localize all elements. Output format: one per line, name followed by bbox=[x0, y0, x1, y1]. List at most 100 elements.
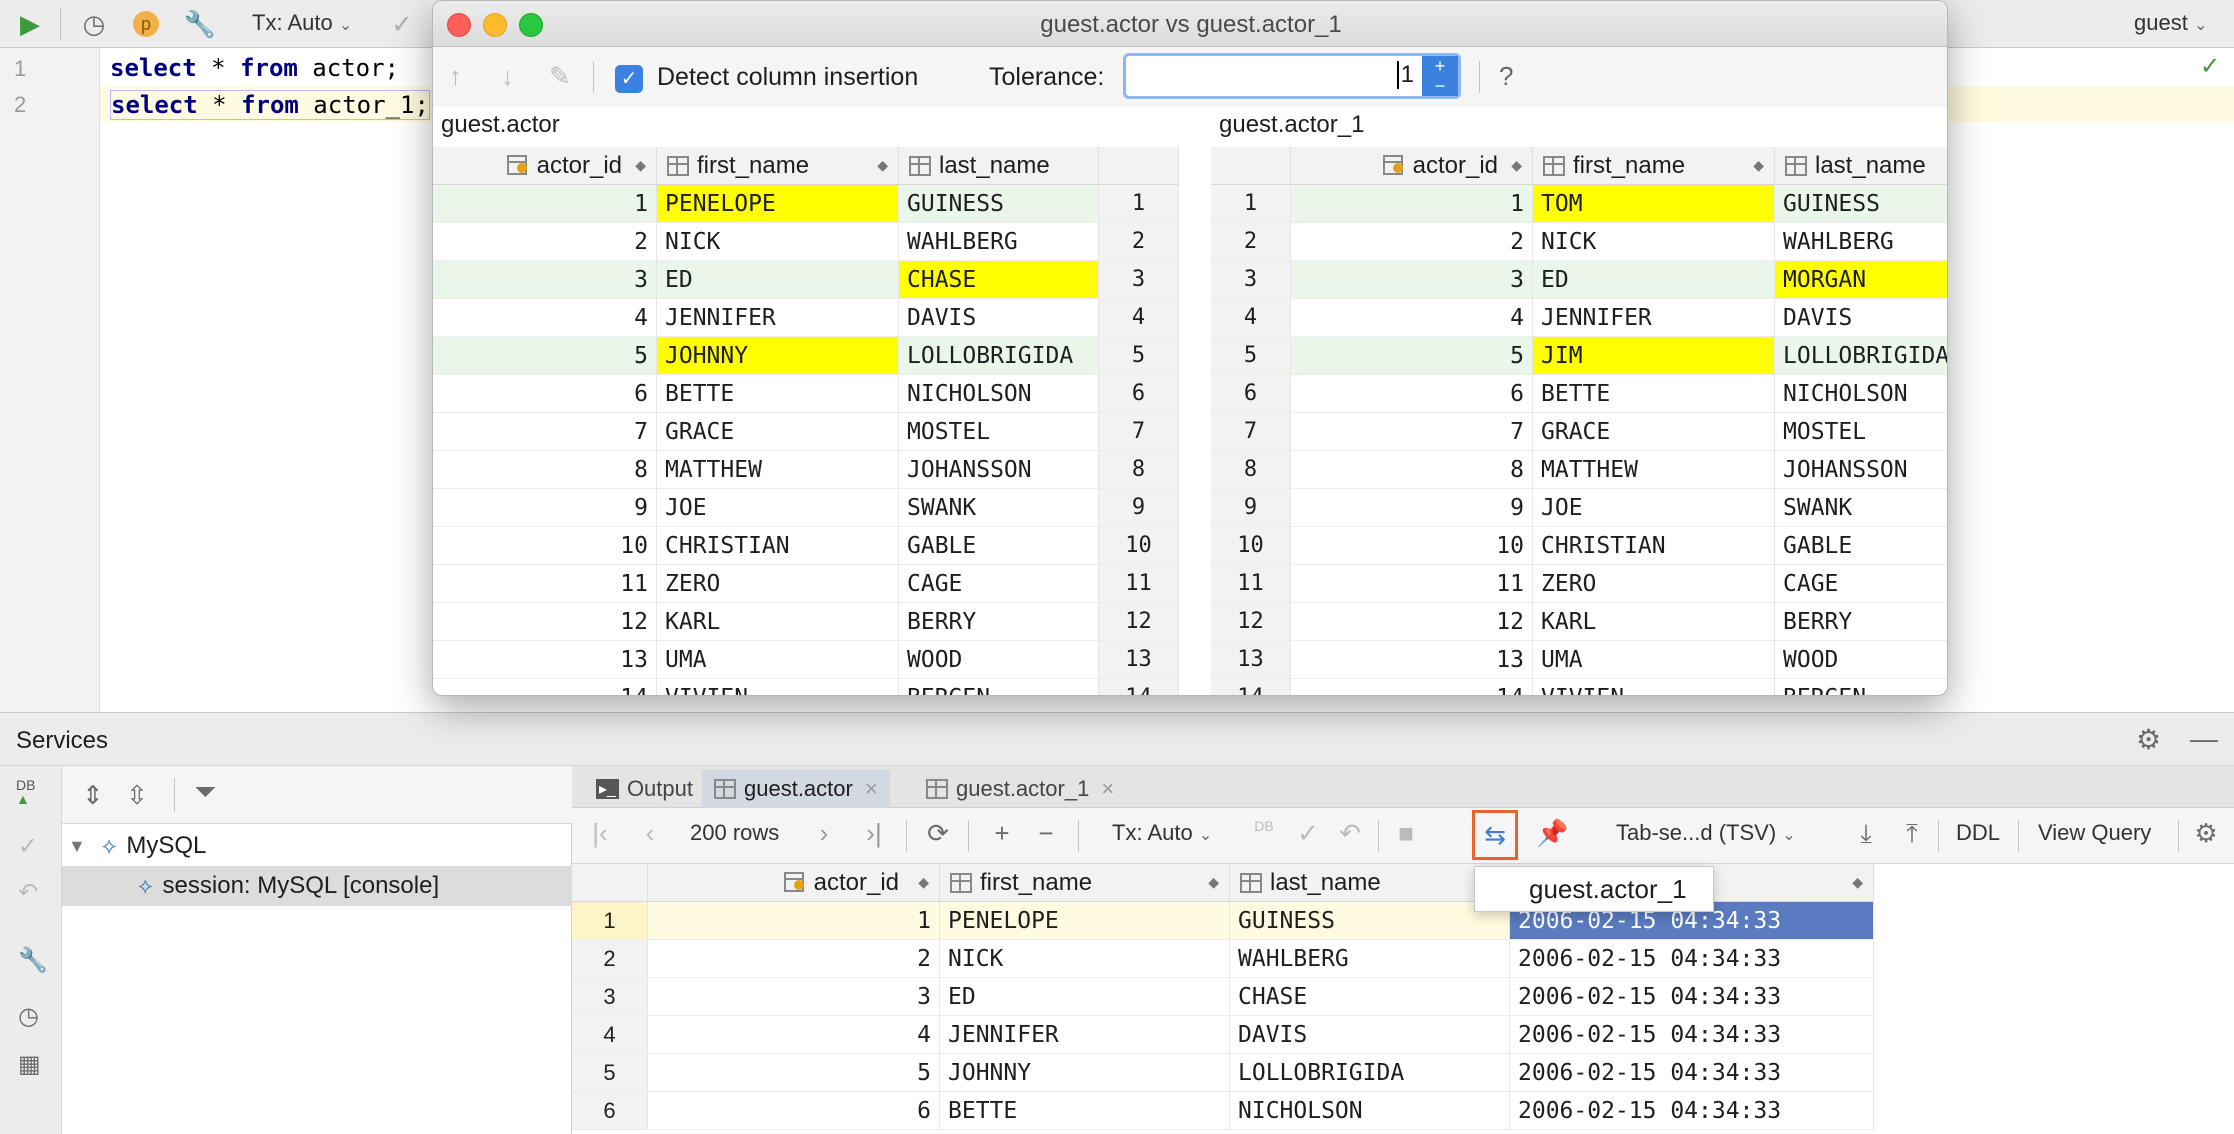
left-row-number[interactable]: 1 bbox=[1099, 185, 1179, 223]
left-column-header[interactable]: last_name bbox=[899, 147, 1099, 185]
sort-icon[interactable]: ◆ bbox=[877, 157, 888, 174]
grid-cell[interactable]: JOHNNY bbox=[940, 1054, 1230, 1092]
left-cell[interactable]: WAHLBERG bbox=[899, 223, 1099, 261]
right-row-number[interactable]: 3 bbox=[1211, 261, 1291, 299]
left-row-number[interactable]: 14 bbox=[1099, 679, 1179, 695]
row-number[interactable]: 6 bbox=[572, 1092, 648, 1130]
last-page-icon[interactable]: ›| bbox=[858, 818, 890, 849]
wrench-icon[interactable]: 🔧 bbox=[18, 946, 48, 975]
detect-column-checkbox[interactable]: ✓ bbox=[615, 65, 643, 93]
history-icon[interactable]: ◷ bbox=[18, 1002, 39, 1031]
left-cell[interactable]: NICK bbox=[657, 223, 899, 261]
right-cell[interactable]: JOHANSSON bbox=[1775, 451, 1947, 489]
row-number[interactable]: 4 bbox=[572, 1016, 648, 1054]
left-cell[interactable]: ED bbox=[657, 261, 899, 299]
left-cell[interactable]: 3 bbox=[433, 261, 657, 299]
right-row-number[interactable]: 12 bbox=[1211, 603, 1291, 641]
left-cell[interactable]: NICHOLSON bbox=[899, 375, 1099, 413]
left-cell[interactable]: WOOD bbox=[899, 641, 1099, 679]
add-row-icon[interactable]: + bbox=[986, 818, 1018, 849]
tx-mode-dropdown[interactable]: Tx: Auto ⌄ bbox=[252, 10, 352, 36]
run-icon[interactable]: ▶ bbox=[14, 8, 46, 40]
left-cell[interactable]: GUINESS bbox=[899, 185, 1099, 223]
commit-icon[interactable]: ✓ bbox=[18, 832, 38, 861]
right-row-number[interactable]: 11 bbox=[1211, 565, 1291, 603]
column-header[interactable]: last_name ◆ bbox=[1230, 864, 1510, 902]
left-cell[interactable]: 10 bbox=[433, 527, 657, 565]
left-cell[interactable]: 5 bbox=[433, 337, 657, 375]
left-cell[interactable]: CHRISTIAN bbox=[657, 527, 899, 565]
row-number[interactable]: 2 bbox=[572, 940, 648, 978]
right-cell[interactable]: CAGE bbox=[1775, 565, 1947, 603]
left-cell[interactable]: 2 bbox=[433, 223, 657, 261]
tx-mode-dropdown[interactable]: Tx: Auto ⌄ bbox=[1112, 820, 1212, 846]
left-cell[interactable]: JENNIFER bbox=[657, 299, 899, 337]
right-cell[interactable]: JIM bbox=[1533, 337, 1775, 375]
left-row-number[interactable]: 9 bbox=[1099, 489, 1179, 527]
stepper-icon[interactable]: + − bbox=[1422, 56, 1458, 96]
grid-cell[interactable]: NICK bbox=[940, 940, 1230, 978]
left-cell[interactable]: 11 bbox=[433, 565, 657, 603]
right-cell[interactable]: KARL bbox=[1533, 603, 1775, 641]
right-cell[interactable]: 2 bbox=[1291, 223, 1533, 261]
left-cell[interactable]: 7 bbox=[433, 413, 657, 451]
left-cell[interactable]: JOHANSSON bbox=[899, 451, 1099, 489]
grid-cell[interactable]: 2006-02-15 04:34:33 bbox=[1510, 1016, 1874, 1054]
right-cell[interactable]: 1 bbox=[1291, 185, 1533, 223]
right-cell[interactable]: BERGEN bbox=[1775, 679, 1947, 696]
sort-icon[interactable]: ◆ bbox=[1511, 157, 1522, 174]
left-row-number[interactable]: 4 bbox=[1099, 299, 1179, 337]
prev-page-icon[interactable]: ‹ bbox=[634, 818, 666, 849]
right-cell[interactable]: 11 bbox=[1291, 565, 1533, 603]
right-row-number[interactable]: 4 bbox=[1211, 299, 1291, 337]
left-column-header[interactable]: first_name ◆ bbox=[657, 147, 899, 185]
column-header[interactable]: actor_id ◆ bbox=[648, 864, 940, 902]
left-cell[interactable]: ZERO bbox=[657, 565, 899, 603]
grid-cell[interactable]: 2006-02-15 04:34:33 bbox=[1510, 1092, 1874, 1130]
right-row-number[interactable]: 8 bbox=[1211, 451, 1291, 489]
right-cell[interactable]: DAVIS bbox=[1775, 299, 1947, 337]
ddl-button[interactable]: DDL bbox=[1956, 820, 2000, 846]
left-row-number[interactable]: 11 bbox=[1099, 565, 1179, 603]
left-row-number[interactable]: 3 bbox=[1099, 261, 1179, 299]
pin-icon[interactable]: 📌 bbox=[1536, 818, 1568, 849]
left-row-number[interactable]: 13 bbox=[1099, 641, 1179, 679]
left-cell[interactable]: VIVIEN bbox=[657, 679, 899, 695]
right-cell[interactable]: BERRY bbox=[1775, 603, 1947, 641]
tolerance-input[interactable]: 1 + − bbox=[1123, 53, 1461, 99]
row-number[interactable]: 3 bbox=[572, 978, 648, 1016]
right-cell[interactable]: 4 bbox=[1291, 299, 1533, 337]
row-number[interactable]: 1 bbox=[572, 902, 648, 940]
left-cell[interactable]: LOLLOBRIGIDA bbox=[899, 337, 1099, 375]
minimize-icon[interactable]: — bbox=[2190, 723, 2218, 755]
tab-guest-actor-1[interactable]: guest.actor_1 × bbox=[914, 770, 1126, 808]
left-cell[interactable]: 9 bbox=[433, 489, 657, 527]
grid-cell[interactable]: NICHOLSON bbox=[1230, 1092, 1510, 1130]
tab-guest-actor[interactable]: guest.actor × bbox=[702, 770, 890, 808]
left-cell[interactable]: KARL bbox=[657, 603, 899, 641]
tree-item-mysql[interactable]: ▼ ⟡ MySQL bbox=[62, 826, 572, 866]
right-cell[interactable]: NICK bbox=[1533, 223, 1775, 261]
right-cell[interactable]: VIVIEN bbox=[1533, 679, 1775, 695]
right-column-header[interactable]: first_name ◆ bbox=[1533, 147, 1775, 185]
filter-icon[interactable]: ⏷ bbox=[194, 776, 216, 809]
right-column-header[interactable]: last_name bbox=[1775, 147, 1947, 185]
grid-cell[interactable]: 2 bbox=[648, 940, 940, 978]
left-cell[interactable]: 6 bbox=[433, 375, 657, 413]
right-cell[interactable]: 8 bbox=[1291, 451, 1533, 489]
sort-icon[interactable]: ◆ bbox=[918, 874, 929, 891]
sort-icon[interactable]: ◆ bbox=[1208, 874, 1219, 891]
left-cell[interactable]: BETTE bbox=[657, 375, 899, 413]
right-row-number[interactable]: 10 bbox=[1211, 527, 1291, 565]
right-column-header[interactable]: actor_id ◆ bbox=[1291, 147, 1533, 185]
help-icon[interactable]: ? bbox=[1499, 61, 1513, 92]
sort-icon[interactable]: ◆ bbox=[1852, 874, 1863, 891]
history-icon[interactable]: ◷ bbox=[78, 8, 110, 40]
next-diff-icon[interactable]: ↓ bbox=[501, 61, 514, 92]
grid-cell[interactable]: WAHLBERG bbox=[1230, 940, 1510, 978]
right-cell[interactable]: 7 bbox=[1291, 413, 1533, 451]
code-line[interactable]: select * from actor_1; bbox=[110, 90, 430, 120]
tab-output[interactable]: ▸_ Output bbox=[584, 770, 705, 808]
right-cell[interactable]: JOE bbox=[1533, 489, 1775, 527]
left-cell[interactable]: SWANK bbox=[899, 489, 1099, 527]
